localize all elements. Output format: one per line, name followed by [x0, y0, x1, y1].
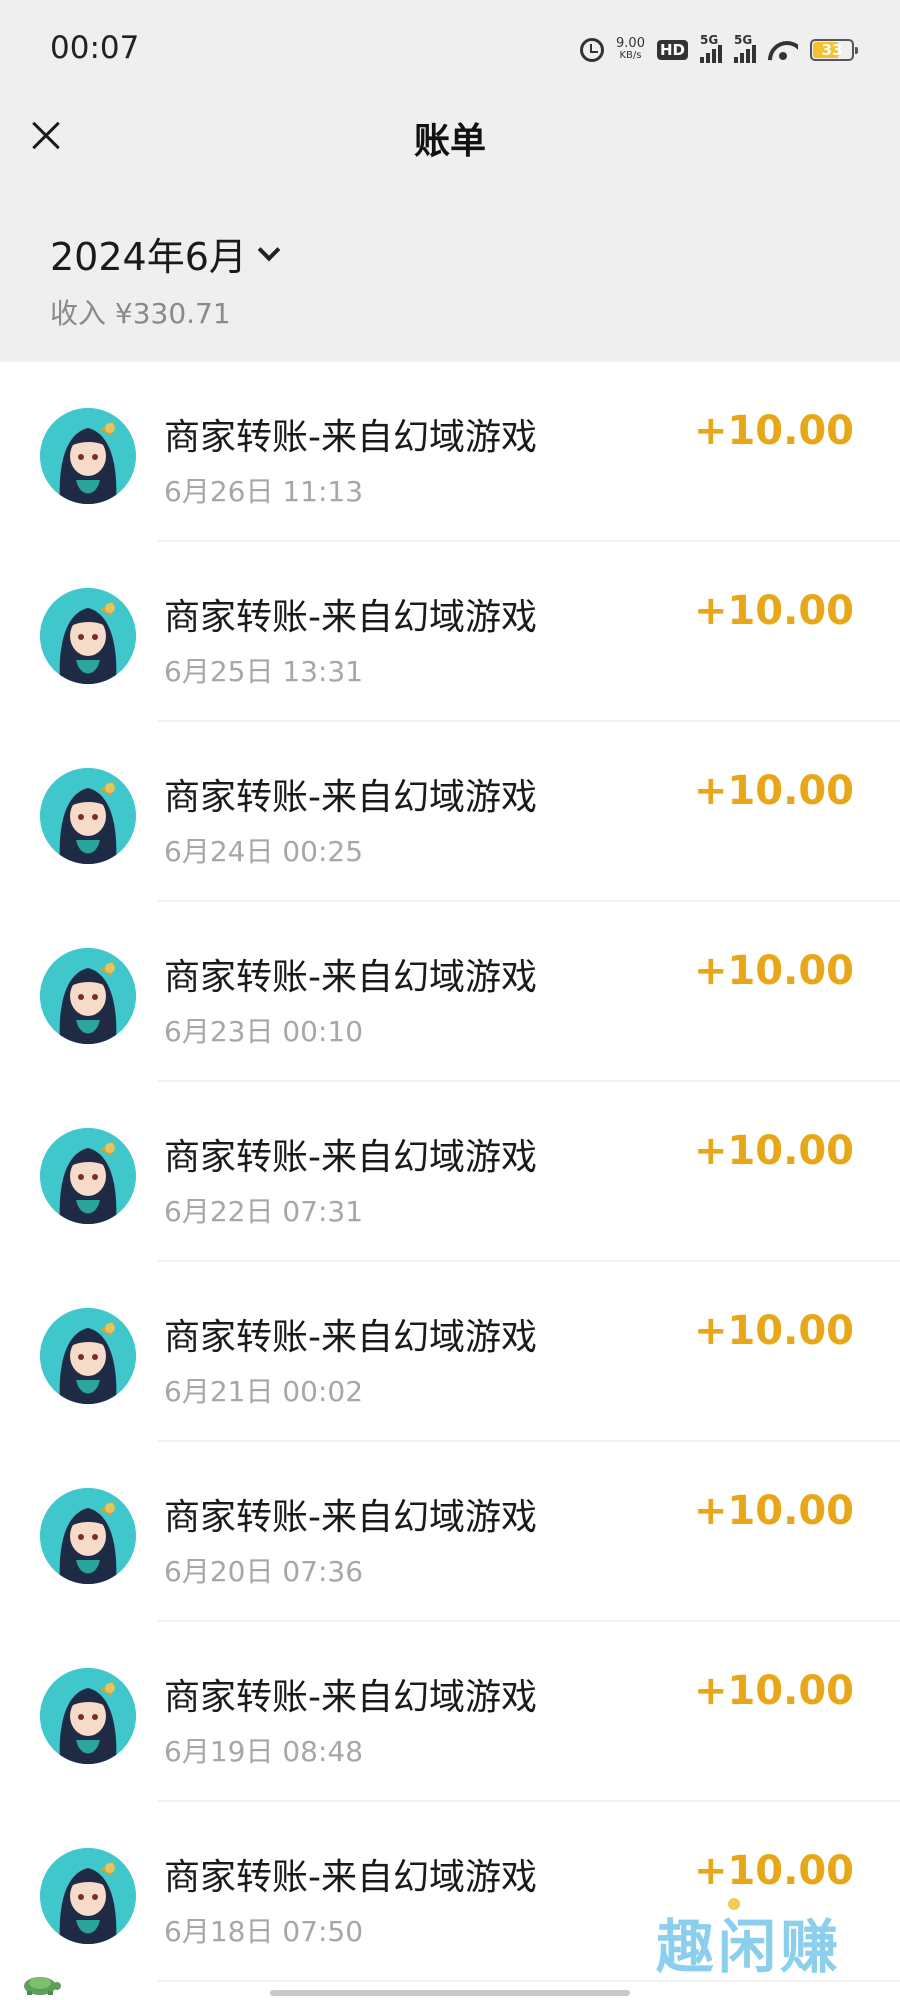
status-icons: 9.00 KB/s HD 5G 5G 33 — [580, 32, 858, 68]
page-title: 账单 — [413, 121, 486, 162]
transaction-row[interactable]: 商家转账-来自幻域游戏 6月19日 08:48 +10.00 — [0, 1622, 900, 1802]
transaction-amount: +10.00 — [693, 1668, 854, 1714]
signal-sim2-label: 5G — [734, 33, 753, 47]
watermark-logo: 趣闲赚 — [656, 1898, 842, 1984]
merchant-avatar — [40, 948, 136, 1044]
chevron-down-icon — [257, 238, 281, 261]
transaction-amount: +10.00 — [693, 408, 854, 454]
signal-sim2-icon: 5G — [734, 33, 756, 63]
transaction-row[interactable]: 商家转账-来自幻域游戏 6月26日 11:13 +10.00 — [0, 362, 900, 542]
transaction-title: 商家转账-来自幻域游戏 — [164, 417, 537, 458]
transaction-title: 商家转账-来自幻域游戏 — [164, 957, 537, 998]
transaction-time: 6月26日 11:13 — [164, 475, 364, 508]
status-bar: 00:07 9.00 KB/s HD 5G 5G 33 — [0, 0, 900, 100]
transaction-time: 6月20日 07:36 — [164, 1555, 364, 1588]
transaction-amount: +10.00 — [693, 1308, 854, 1354]
transaction-amount: +10.00 — [693, 1128, 854, 1174]
merchant-avatar — [40, 1668, 136, 1764]
transaction-row[interactable]: 商家转账-来自幻域游戏 6月22日 07:31 +10.00 — [0, 1082, 900, 1262]
transaction-title: 商家转账-来自幻域游戏 — [164, 1497, 537, 1538]
transaction-amount: +10.00 — [693, 588, 854, 634]
transaction-time: 6月22日 07:31 — [164, 1195, 364, 1228]
transaction-time: 6月25日 13:31 — [164, 655, 364, 688]
merchant-avatar — [40, 1488, 136, 1584]
transaction-time: 6月19日 08:48 — [164, 1735, 364, 1768]
transaction-time: 6月23日 00:10 — [164, 1015, 364, 1048]
network-speed: 9.00 KB/s — [616, 36, 645, 62]
battery-icon: 33 — [810, 39, 858, 61]
battery-level: 33 — [821, 41, 843, 59]
merchant-avatar — [40, 588, 136, 684]
month-label: 2024年6月 — [50, 235, 247, 279]
signal-sim1-icon: 5G — [700, 33, 722, 63]
income-total: 收入 ¥330.71 — [50, 297, 231, 330]
transaction-row[interactable]: 商家转账-来自幻域游戏 6月21日 00:02 +10.00 — [0, 1262, 900, 1442]
hd-icon: HD — [656, 40, 688, 60]
merchant-avatar — [40, 1308, 136, 1404]
transaction-title: 商家转账-来自幻域游戏 — [164, 1137, 537, 1178]
transaction-time: 6月24日 00:25 — [164, 835, 364, 868]
transaction-title: 商家转账-来自幻域游戏 — [164, 1677, 537, 1718]
transaction-title: 商家转账-来自幻域游戏 — [164, 777, 537, 818]
transaction-title: 商家转账-来自幻域游戏 — [164, 597, 537, 638]
transaction-time: 6月21日 00:02 — [164, 1375, 364, 1408]
transaction-title: 商家转账-来自幻域游戏 — [164, 1317, 537, 1358]
status-time: 00:07 — [50, 30, 140, 66]
turtle-icon — [24, 1977, 61, 1995]
transaction-amount: +10.00 — [693, 1488, 854, 1534]
month-summary: 2024年6月 收入 ¥330.71 — [0, 188, 900, 362]
wifi-icon — [768, 39, 798, 61]
home-indicator[interactable] — [270, 1990, 630, 1996]
merchant-avatar — [40, 1128, 136, 1224]
signal-sim1-label: 5G — [700, 33, 719, 47]
nav-bar: 账单 — [0, 100, 900, 188]
merchant-avatar — [40, 1848, 136, 1944]
alarm-icon — [580, 38, 605, 62]
transaction-title: 商家转账-来自幻域游戏 — [164, 1857, 537, 1898]
transaction-amount: +10.00 — [693, 1848, 854, 1894]
transaction-amount: +10.00 — [693, 768, 854, 814]
transaction-time: 6月18日 07:50 — [164, 1915, 364, 1948]
transaction-row[interactable]: 商家转账-来自幻域游戏 6月23日 00:10 +10.00 — [0, 902, 900, 1082]
network-speed-unit: KB/s — [619, 50, 642, 61]
transaction-row[interactable]: 商家转账-来自幻域游戏 6月25日 13:31 +10.00 — [0, 542, 900, 722]
transaction-amount: +10.00 — [693, 948, 854, 994]
transaction-row[interactable]: 商家转账-来自幻域游戏 6月20日 07:36 +10.00 — [0, 1442, 900, 1622]
merchant-avatar — [40, 408, 136, 504]
merchant-avatar — [40, 768, 136, 864]
transaction-row[interactable]: 商家转账-来自幻域游戏 6月24日 00:25 +10.00 — [0, 722, 900, 902]
network-speed-value: 9.00 — [616, 36, 645, 51]
month-selector[interactable]: 2024年6月 — [50, 226, 281, 281]
